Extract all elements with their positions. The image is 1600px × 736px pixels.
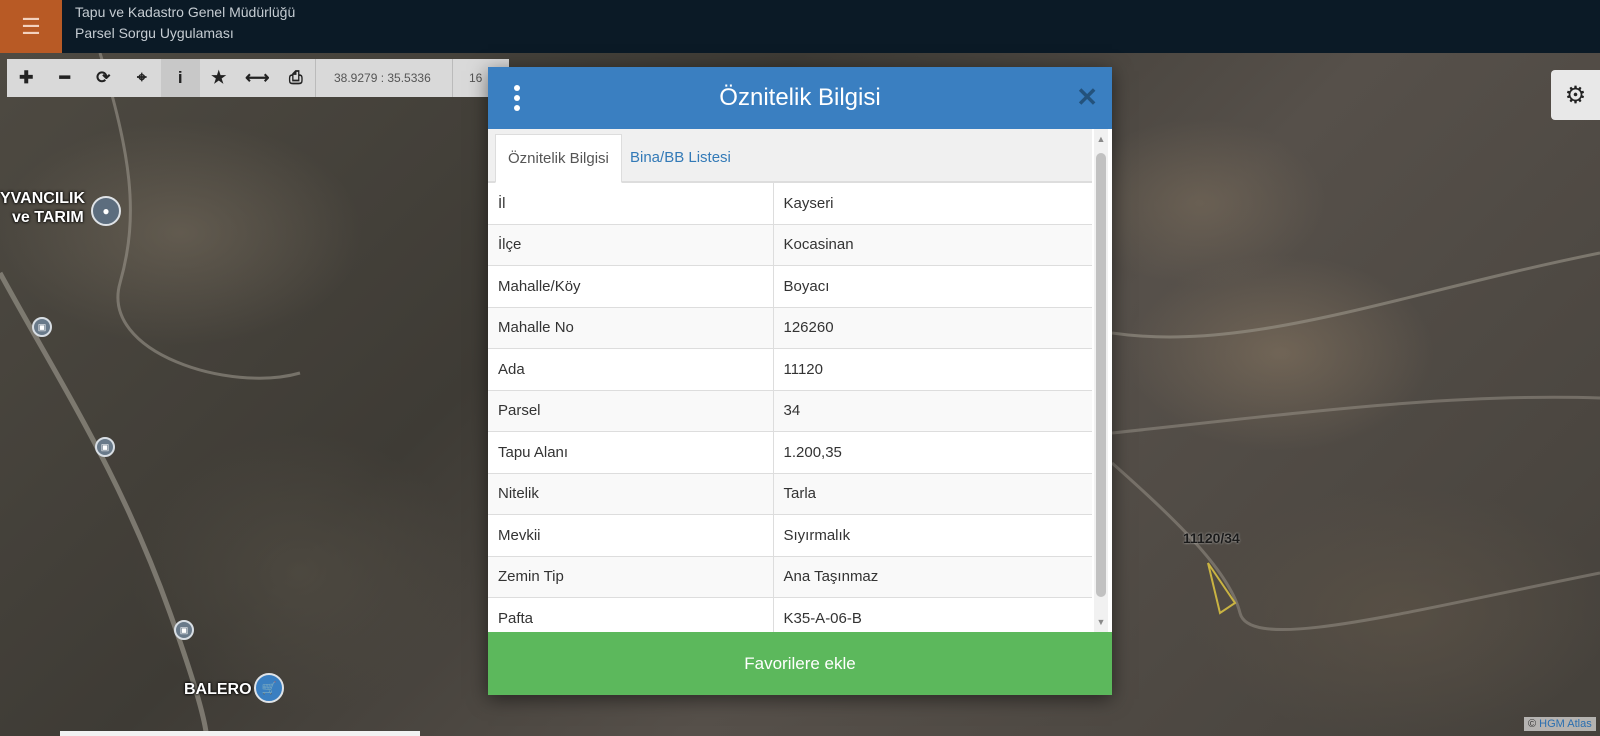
scroll-thumb[interactable] [1096, 153, 1106, 597]
bus-stop-icon[interactable]: ▣ [32, 317, 52, 337]
attribute-value: Kayseri [773, 182, 1092, 224]
attribute-value: K35-A-06-B [773, 597, 1092, 632]
tab-bar: Öznitelik Bilgisi Bina/BB Listesi [488, 129, 1092, 183]
dialog-header: Öznitelik Bilgisi ✕ [488, 67, 1112, 129]
attribute-key: Tapu Alanı [488, 431, 774, 473]
table-row: Nitelik Tarla [488, 472, 1092, 515]
attribute-table: İl Kayseri İlçe Kocasinan Mahalle/Köy Boyacı M… [488, 182, 1092, 632]
table-row: Mevkii Sıyırmalık [488, 514, 1092, 556]
attribute-dialog: Öznitelik Bilgisi ✕ Öznitelik Bilgisi Bi… [488, 67, 1112, 695]
attribute-key: Pafta [488, 597, 774, 632]
map-label-hayvancilik: YVANCILIK [0, 190, 86, 207]
attribute-key: Mahalle No [488, 306, 774, 349]
attribute-value: 126260 [773, 306, 1092, 349]
coordinates-readout: 38.9279 : 35.5336 [315, 59, 452, 97]
kebab-menu-icon[interactable] [512, 85, 522, 111]
table-row: Ada 11120 [488, 348, 1092, 390]
table-row: Mahalle No 126260 [488, 306, 1092, 349]
attribute-key: İl [488, 182, 774, 224]
gear-icon[interactable]: ⚙ [1551, 70, 1600, 120]
dialog-title: Öznitelik Bilgisi [719, 84, 881, 111]
parcel-label: 11120/34 [1183, 530, 1240, 546]
hamburger-icon[interactable]: ☰ [0, 0, 62, 53]
attribute-key: Ada [488, 348, 774, 390]
top-bar: ☰ Tapu ve Kadastro Genel Müdürlüğü Parse… [0, 0, 1600, 53]
add-favorite-button[interactable]: Favorilere ekle [488, 632, 1112, 695]
bus-stop-icon[interactable]: ▣ [95, 437, 115, 457]
table-row: Parsel 34 [488, 389, 1092, 432]
attribute-value: Sıyırmalık [773, 514, 1092, 556]
attribute-key: İlçe [488, 223, 774, 266]
location-pin-icon[interactable]: ● [91, 196, 121, 226]
info-icon[interactable]: i [161, 59, 200, 97]
dialog-body: Öznitelik Bilgisi Bina/BB Listesi İl Kays… [488, 129, 1112, 632]
map-label-tarim: ve TARIM [12, 209, 84, 226]
print-icon[interactable]: ⎙ [277, 59, 316, 97]
attribute-key: Mahalle/Köy [488, 265, 774, 307]
attribute-value: Kocasinan [773, 223, 1092, 266]
table-row: İlçe Kocasinan [488, 223, 1092, 266]
tab-oznitelik[interactable]: Öznitelik Bilgisi [495, 134, 622, 183]
app-title: Tapu ve Kadastro Genel Müdürlüğü Parsel … [75, 2, 295, 44]
table-row: Zemin Tip Ana Taşınmaz [488, 555, 1092, 598]
table-row: Mahalle/Köy Boyacı [488, 265, 1092, 307]
zoom-in-icon[interactable]: ✚ [7, 59, 46, 97]
attribution-prefix: © [1528, 718, 1540, 730]
bottom-strip [60, 731, 420, 736]
scrollbar[interactable]: ▲ ▼ [1094, 129, 1108, 632]
attribute-value: Boyacı [773, 265, 1092, 307]
scroll-down-icon[interactable]: ▼ [1094, 615, 1108, 629]
locate-icon[interactable]: ⌖ [123, 59, 162, 97]
scale-readout: 16 [452, 59, 482, 97]
table-row: Tapu Alanı 1.200,35 [488, 431, 1092, 473]
refresh-icon[interactable]: ⟳ [84, 59, 123, 97]
app-title-line1: Tapu ve Kadastro Genel Müdürlüğü [75, 4, 296, 20]
app-title-line2: Parsel Sorgu Uygulaması [75, 25, 234, 41]
table-row: İl Kayseri [488, 182, 1092, 224]
measure-icon[interactable]: ⟷ [238, 59, 277, 97]
attribute-value: 11120 [773, 348, 1092, 390]
attribute-key: Zemin Tip [488, 555, 774, 598]
attribute-value: Tarla [773, 472, 1092, 515]
tab-bina-listesi[interactable]: Bina/BB Listesi [618, 134, 743, 181]
scroll-up-icon[interactable]: ▲ [1094, 132, 1108, 146]
map-toolbar: ✚ ━ ⟳ ⌖ i ★ ⟷ ⎙ 38.9279 : 35.5336 16 [7, 59, 509, 97]
close-icon[interactable]: ✕ [1076, 83, 1098, 111]
table-row: Pafta K35-A-06-B [488, 597, 1092, 632]
attribute-key: Mevkii [488, 514, 774, 556]
attribute-value: 1.200,35 [773, 431, 1092, 473]
attribute-key: Nitelik [488, 472, 774, 515]
star-icon[interactable]: ★ [200, 59, 239, 97]
attribute-value: 34 [773, 389, 1092, 432]
map-attribution: © HGM Atlas [1524, 717, 1596, 731]
shop-pin-icon[interactable]: 🛒 [254, 673, 284, 703]
zoom-out-icon[interactable]: ━ [46, 59, 85, 97]
attribute-key: Parsel [488, 389, 774, 432]
attribution-link[interactable]: HGM Atlas [1539, 718, 1592, 730]
bus-stop-icon[interactable]: ▣ [174, 620, 194, 640]
attribute-value: Ana Taşınmaz [773, 555, 1092, 598]
map-label-balero: BALERO [184, 681, 252, 698]
